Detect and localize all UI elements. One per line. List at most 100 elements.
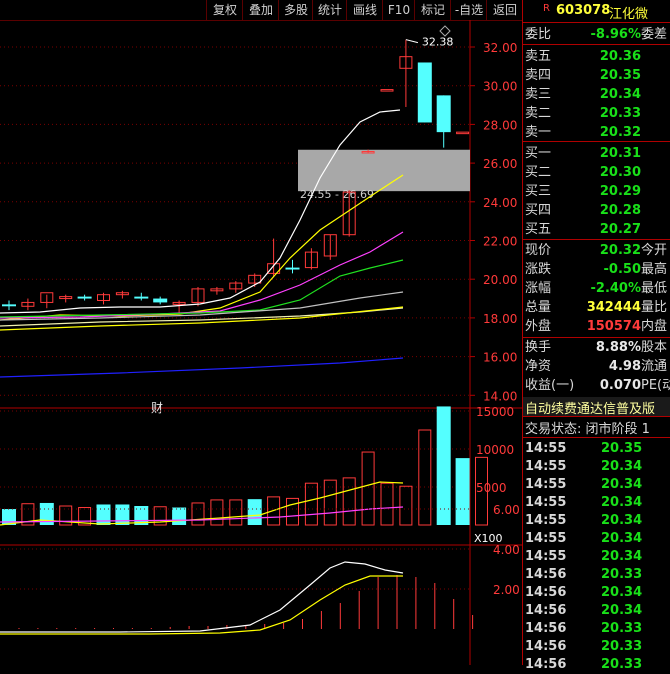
quote-label: 卖一 — [525, 125, 552, 140]
financial-marker: 财 — [151, 401, 163, 415]
tick-row: 14:55 20.34 — [523, 494, 670, 512]
vol-ma5 — [0, 481, 404, 526]
quote-row: 买二 20.30 — [523, 163, 670, 182]
tick-price: 20.34 — [601, 459, 643, 474]
quote-extra-label: 股本 — [641, 340, 668, 355]
quote-value: 20.30 — [599, 165, 641, 180]
high-pointer — [405, 39, 419, 44]
volume-bar — [418, 429, 432, 526]
tick-row: 14:56 20.34 — [523, 584, 670, 602]
toolbar-button-3[interactable]: 统计 — [312, 0, 347, 20]
toolbar-button-0[interactable]: 复权 — [206, 0, 243, 20]
price-range-box — [298, 149, 470, 192]
quote-value: 20.32 — [599, 243, 641, 258]
quote-value: 8.88% — [595, 340, 641, 355]
quote-value: -2.40% — [590, 281, 642, 296]
tick-row: 14:55 20.34 — [523, 530, 670, 548]
toolbar-button-2[interactable]: 多股 — [278, 0, 313, 20]
ma-long-line — [0, 357, 404, 378]
tick-time: 14:56 — [525, 567, 567, 582]
tick-price: 20.34 — [601, 531, 643, 546]
tick-time: 14:56 — [525, 657, 567, 672]
quote-label: 买一 — [525, 146, 552, 161]
quote-row: 卖五 20.36 — [523, 47, 670, 66]
quote-value: 20.34 — [599, 87, 641, 102]
quote-value: 20.29 — [599, 184, 641, 199]
quote-row: 涨跌 -0.50 最高 — [523, 260, 670, 279]
quote-label: 现价 — [525, 243, 552, 258]
status-line: 交易状态: 闭市阶段 1 — [525, 418, 670, 437]
volume-bar — [380, 482, 394, 526]
quote-row: 卖二 20.33 — [523, 104, 670, 123]
candle-body — [285, 267, 300, 270]
candle-body — [436, 95, 451, 133]
tick-price: 20.33 — [601, 621, 643, 636]
quote-label: 卖五 — [525, 49, 552, 64]
tick-time: 14:55 — [525, 513, 567, 528]
volume-bar — [247, 499, 262, 525]
volume-bar — [115, 504, 130, 525]
quote-row: 换手 8.88% 股本 — [523, 338, 670, 357]
toolbar-button-1[interactable]: 叠加 — [242, 0, 279, 20]
tick-price: 20.34 — [601, 549, 643, 564]
quote-value: 20.35 — [599, 68, 641, 83]
volume-bar — [361, 451, 375, 526]
high-label: 32.38 — [422, 36, 454, 49]
quote-value: 20.27 — [599, 222, 641, 237]
scroll-banner[interactable]: 自动续费通达信普及版 — [523, 397, 670, 416]
toolbar-button-8[interactable]: 返回 — [486, 0, 523, 20]
quote-row: 买三 20.29 — [523, 182, 670, 201]
tick-time: 14:56 — [525, 639, 567, 654]
vol-axis-label: 5000 — [476, 481, 507, 495]
quote-row: 总量 342444 量比 — [523, 298, 670, 317]
toolbar-button-7[interactable]: -自选 — [450, 0, 487, 20]
tick-time: 14:56 — [525, 621, 567, 636]
quote-value: 0.070 — [599, 378, 641, 393]
stock-code: 603078 — [556, 3, 611, 18]
quote-label: 涨跌 — [525, 262, 552, 277]
quote-label: 买四 — [525, 203, 552, 218]
quote-extra-label: PE(动 — [641, 378, 670, 393]
volume-bar — [286, 497, 299, 526]
quote-value: 20.32 — [599, 125, 641, 140]
tick-price: 20.34 — [601, 585, 643, 600]
quote-label: 卖四 — [525, 68, 552, 83]
toolbar-button-4[interactable]: 画线 — [346, 0, 383, 20]
quote-label: 卖二 — [525, 106, 552, 121]
price-axis-label: 18.00 — [483, 312, 517, 326]
price-axis-label: 30.00 — [483, 80, 517, 94]
quote-label: 外盘 — [525, 319, 552, 334]
toolbar-button-6[interactable]: 标记 — [414, 0, 451, 20]
tick-row: 14:55 20.34 — [523, 512, 670, 530]
kline-chart[interactable]: 32.00 30.00 28.00 26.00 24.00 22.00 20.00 18.00… — [0, 20, 522, 665]
tick-row: 14:55 20.35 — [523, 440, 670, 458]
toolbar-button-5[interactable]: F10 — [382, 0, 415, 20]
quote-value: 342444 — [586, 300, 641, 315]
quote-value: 20.28 — [599, 203, 641, 218]
tick-time: 14:55 — [525, 495, 567, 510]
price-axis-label: 26.00 — [483, 157, 517, 171]
tick-price: 20.34 — [601, 513, 643, 528]
quote-panel: R 603078 江化微 委比 -8.96% 委差 卖五 20.36 卖四 20.35 卖三 2… — [522, 0, 670, 672]
tick-time: 14:55 — [525, 477, 567, 492]
quote-extra-label: 量比 — [641, 300, 668, 315]
tick-price: 20.34 — [601, 495, 643, 510]
quote-value: 150574 — [586, 319, 641, 334]
quote-extra-label: 流通 — [641, 359, 668, 374]
quote-label: 总量 — [525, 300, 552, 315]
candle-body — [2, 304, 16, 307]
volume-bar — [304, 482, 318, 526]
quote-label: 买二 — [525, 165, 552, 180]
price-axis-label: 28.00 — [483, 118, 517, 132]
candle-body — [134, 296, 149, 299]
quote-extra-label: 内盘 — [641, 319, 668, 334]
ma5-line — [0, 109, 401, 314]
tick-time: 14:55 — [525, 459, 567, 474]
indicator-line-2 — [0, 575, 403, 635]
tick-row: 14:56 20.33 — [523, 638, 670, 656]
candle-body — [77, 296, 92, 299]
quote-label: 涨幅 — [525, 281, 552, 296]
price-axis-label: 20.00 — [483, 273, 517, 287]
quote-value: 20.33 — [599, 106, 641, 121]
quote-label: 卖三 — [525, 87, 552, 102]
